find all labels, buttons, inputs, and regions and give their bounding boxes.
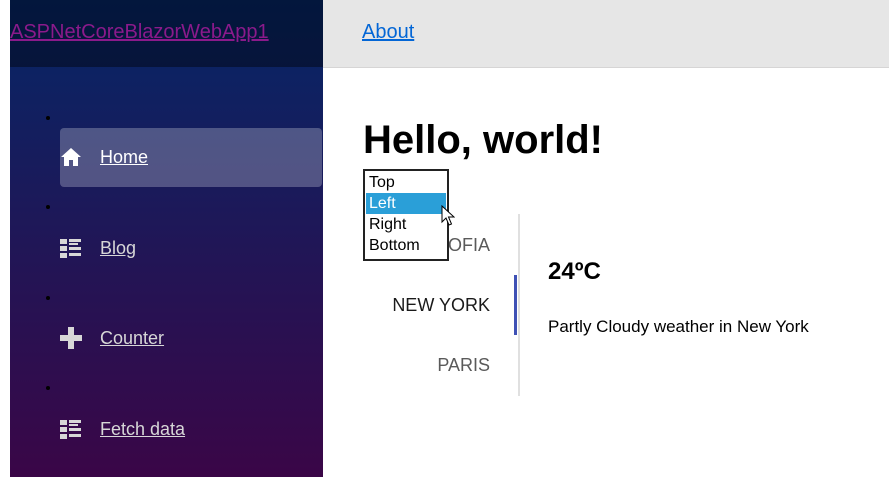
app-window: ASPNetCoreBlazorWebApp1 Home Blog Counte… — [0, 0, 889, 477]
list-icon — [60, 420, 81, 439]
tab-position-listbox[interactable]: Top Left Right Bottom — [363, 169, 449, 261]
list-bullet — [46, 116, 50, 120]
list-bullet — [46, 205, 50, 209]
about-link[interactable]: About — [362, 21, 414, 44]
home-icon — [61, 148, 81, 166]
nav-item-label: Home — [100, 147, 149, 167]
nav-item-fetch-data[interactable]: Fetch data — [60, 400, 322, 459]
nav-item-blog[interactable]: Blog — [60, 219, 322, 278]
page-title: Hello, world! — [363, 118, 603, 162]
nav-item-counter[interactable]: Counter — [60, 309, 322, 368]
weather-description: Partly Cloudy weather in New York — [548, 317, 809, 336]
temperature-heading: 24ºC — [548, 258, 601, 285]
top-bar: About — [323, 0, 889, 68]
nav-item-label: Fetch data — [100, 419, 186, 439]
nav-item-label: Blog — [100, 238, 137, 258]
brand-bar: ASPNetCoreBlazorWebApp1 — [10, 0, 323, 67]
list-bullet — [46, 296, 50, 300]
tab-new-york[interactable]: NEW YORK — [392, 295, 490, 316]
tab-paris[interactable]: PARIS — [437, 355, 490, 376]
mouse-cursor-icon — [441, 205, 455, 226]
list-bullet — [46, 386, 50, 390]
option-left[interactable]: Left — [366, 193, 446, 214]
option-top[interactable]: Top — [366, 172, 446, 193]
nav-item-label: Counter — [100, 328, 165, 348]
plus-icon — [60, 327, 82, 349]
sidebar: ASPNetCoreBlazorWebApp1 Home Blog Counte… — [10, 0, 323, 477]
option-right[interactable]: Right — [366, 214, 446, 235]
brand-link[interactable]: ASPNetCoreBlazorWebApp1 — [10, 21, 269, 44]
active-tab-indicator — [514, 275, 517, 335]
nav-item-home[interactable]: Home — [60, 128, 322, 187]
list-icon — [60, 239, 81, 258]
main-content: Hello, world! SOFIA NEW YORK PARIS 24ºC … — [323, 68, 889, 477]
option-bottom[interactable]: Bottom — [366, 235, 446, 256]
